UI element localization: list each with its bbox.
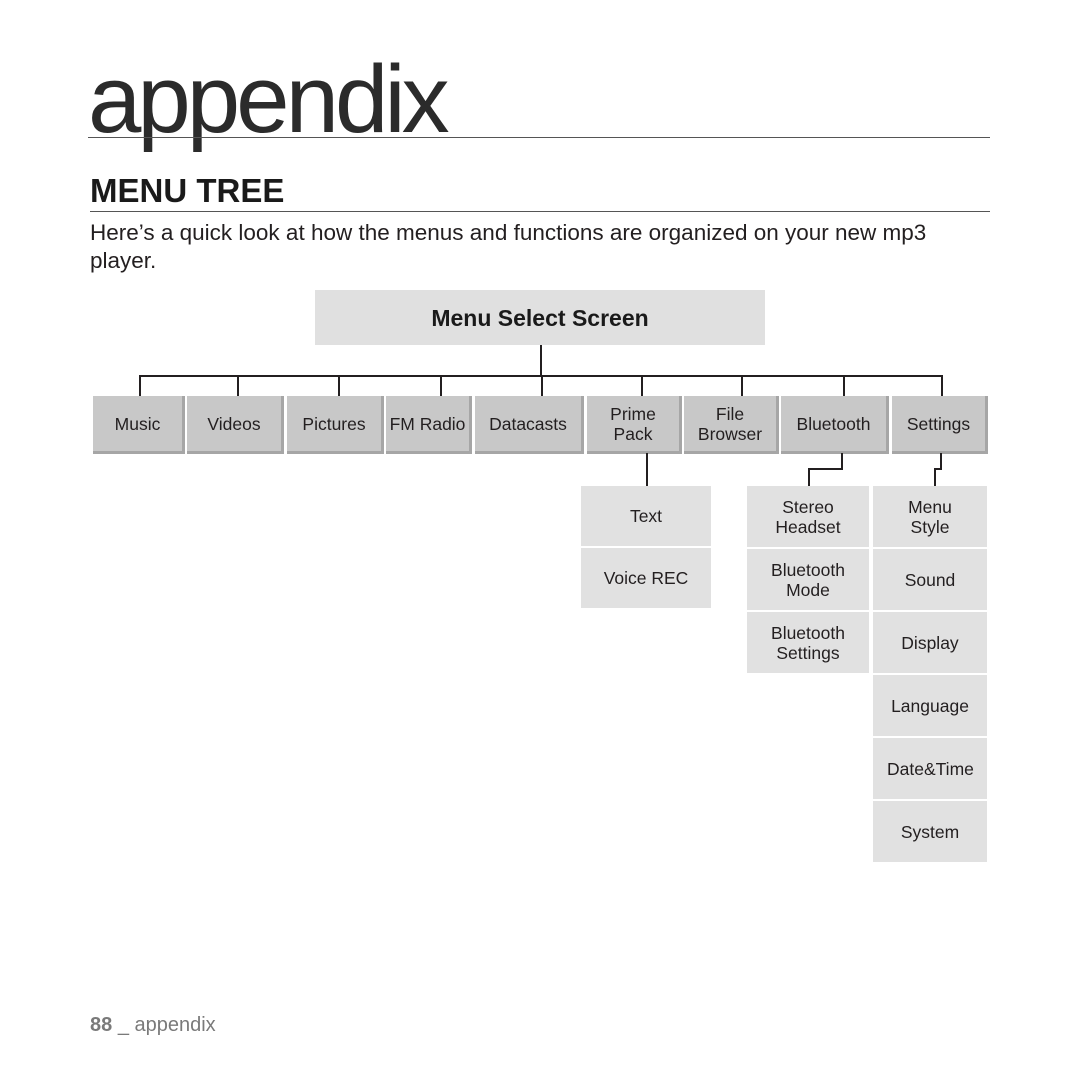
menu-box-label: Bluetooth <box>796 413 871 434</box>
submenu-label: Date&Time <box>887 758 974 779</box>
submenu-label: System <box>900 821 960 842</box>
submenu-label: Display <box>901 632 959 653</box>
menu-box-label: Datacasts <box>489 413 567 434</box>
drop-line <box>843 375 845 396</box>
submenu-label: Stereo Headset <box>775 496 841 537</box>
menu-box-label: FM Radio <box>389 413 466 434</box>
menu-box-label: Music <box>114 413 161 434</box>
bluetooth-connector-h <box>808 468 843 470</box>
drop-line <box>237 375 239 396</box>
submenu-box-sound: Sound <box>873 549 989 610</box>
submenu-box-system: System <box>873 801 989 862</box>
menu-box-prime-pack: Prime Pack <box>587 396 682 454</box>
submenu-box-text: Text <box>581 486 713 546</box>
menu-box-label: Prime Pack <box>610 403 656 444</box>
submenu-label: Menu Style <box>908 496 952 537</box>
menu-box-videos: Videos <box>187 396 284 454</box>
submenu-label: Language <box>891 695 969 716</box>
chapter-divider <box>88 137 990 138</box>
submenu-label: Voice REC <box>603 568 689 588</box>
submenu-box-date-time: Date&Time <box>873 738 989 799</box>
root-connector <box>540 345 542 375</box>
prime-pack-connector <box>646 453 648 486</box>
menu-box-bluetooth: Bluetooth <box>781 396 889 454</box>
footer-label: _ appendix <box>117 1014 216 1036</box>
drop-line <box>440 375 442 396</box>
drop-line <box>139 375 141 396</box>
settings-connector <box>940 453 942 469</box>
drop-line <box>338 375 340 396</box>
settings-connector-v <box>934 468 936 486</box>
page-footer: 88 _ appendix <box>90 1014 216 1037</box>
menu-box-label: Settings <box>906 413 971 434</box>
drop-line <box>941 375 943 396</box>
menu-box-label: Pictures <box>302 413 366 434</box>
drop-line <box>541 375 543 396</box>
menu-box-pictures: Pictures <box>287 396 384 454</box>
section-title: MENU TREE <box>90 172 285 209</box>
submenu-label: Sound <box>904 569 956 590</box>
submenu-box-display: Display <box>873 612 989 673</box>
submenu-label: Text <box>629 506 663 526</box>
chapter-title: appendix <box>88 46 450 153</box>
submenu-box-stereo-headset: Stereo Headset <box>747 486 871 547</box>
menu-box-fm-radio: FM Radio <box>386 396 472 454</box>
menu-box-label: File Browser <box>697 403 763 444</box>
menu-box-file-browser: File Browser <box>684 396 779 454</box>
submenu-box-bluetooth-mode: Bluetooth Mode <box>747 549 871 610</box>
submenu-label: Bluetooth Settings <box>771 622 845 663</box>
menu-box-settings: Settings <box>892 396 988 454</box>
menu-box-music: Music <box>93 396 185 454</box>
menu-box-label: Videos <box>207 413 261 434</box>
drop-line <box>641 375 643 396</box>
submenu-box-menu-style: Menu Style <box>873 486 989 547</box>
submenu-box-voice-rec: Voice REC <box>581 548 713 608</box>
menu-select-screen-box: Menu Select Screen <box>315 290 765 345</box>
section-divider <box>90 211 990 212</box>
bluetooth-connector-v <box>808 468 810 486</box>
submenu-box-language: Language <box>873 675 989 736</box>
bluetooth-connector <box>841 453 843 469</box>
submenu-box-bluetooth-settings: Bluetooth Settings <box>747 612 871 673</box>
intro-paragraph: Here’s a quick look at how the menus and… <box>90 220 927 273</box>
page-number: 88 <box>90 1014 113 1036</box>
submenu-label: Bluetooth Mode <box>771 559 845 600</box>
drop-line <box>741 375 743 396</box>
menu-box-datacasts: Datacasts <box>475 396 584 454</box>
